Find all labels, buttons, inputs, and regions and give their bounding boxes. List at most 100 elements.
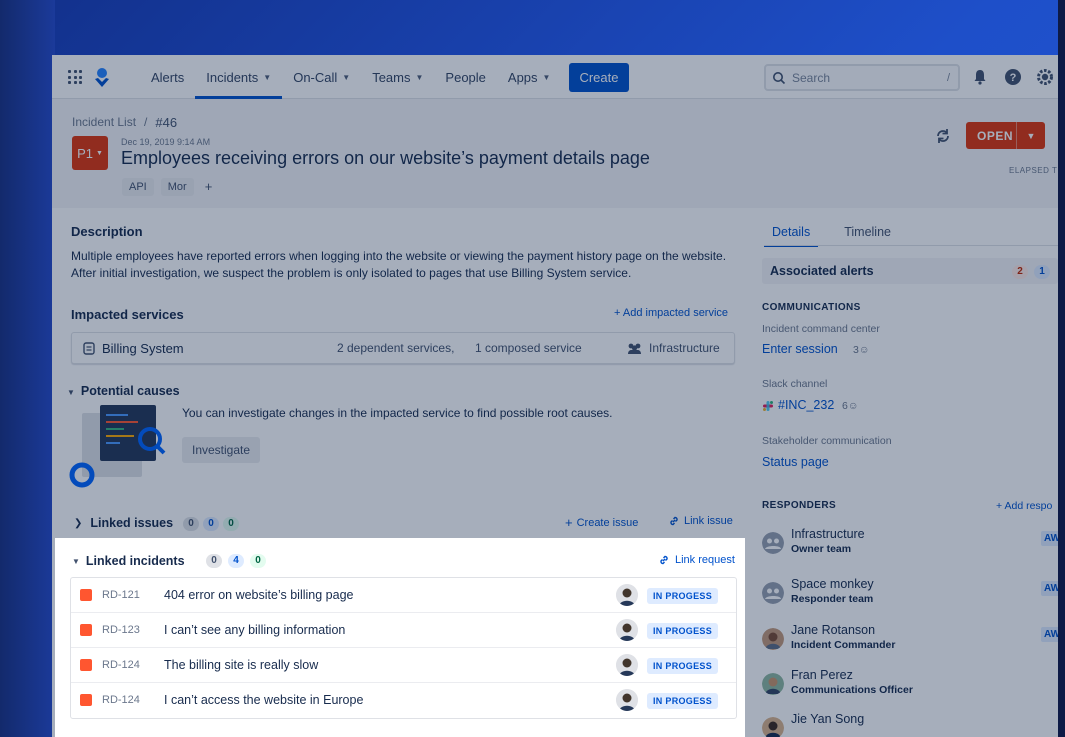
- breadcrumb-incident-list[interactable]: Incident List: [72, 115, 136, 130]
- link-request-link[interactable]: Link request: [658, 554, 735, 566]
- service-team[interactable]: Infrastructure: [649, 341, 720, 355]
- nav-item-apps[interactable]: Apps ▼: [497, 55, 562, 99]
- chevron-down-icon: ▼: [542, 72, 551, 82]
- status-badge: IN PROGESS: [647, 658, 719, 674]
- incident-title[interactable]: I can’t access the website in Europe: [164, 693, 363, 707]
- status-page-link[interactable]: Status page: [762, 455, 829, 469]
- link-issue-link[interactable]: Link issue: [668, 515, 733, 527]
- chevron-down-icon: ▼: [263, 72, 272, 82]
- investigate-button[interactable]: Investigate: [182, 437, 261, 463]
- description-heading: Description: [71, 224, 143, 239]
- chevron-down-icon: ▼: [95, 149, 103, 157]
- plus-icon: +: [565, 515, 573, 530]
- app-switcher-icon[interactable]: [68, 70, 82, 84]
- incident-id[interactable]: RD-123: [102, 624, 140, 636]
- status-open-button[interactable]: OPEN ▼: [966, 122, 1045, 149]
- incident-type-icon: [80, 659, 92, 671]
- add-tag-button[interactable]: +: [201, 178, 217, 196]
- tag-api[interactable]: API: [122, 178, 154, 196]
- nav-item-on-call[interactable]: On-Call ▼: [282, 55, 361, 99]
- tab-details[interactable]: Details: [764, 223, 819, 247]
- responder-role: Communications Officer: [791, 684, 913, 696]
- incident-title[interactable]: The billing site is really slow: [164, 658, 318, 672]
- help-icon[interactable]: ?: [1004, 68, 1022, 86]
- search-shortcut: /: [946, 71, 950, 84]
- add-responder-link[interactable]: + Add respo: [996, 500, 1052, 512]
- linked-incidents-panel: ▼ Linked incidents 0 4 0 Link request RD…: [55, 538, 745, 737]
- search-icon: [773, 71, 786, 84]
- bell-icon[interactable]: [971, 68, 989, 86]
- incident-title[interactable]: I can’t see any billing information: [164, 623, 345, 637]
- linked-incidents-toggle[interactable]: ▼ Linked incidents: [72, 554, 185, 568]
- user-avatar: [762, 673, 784, 695]
- svg-text:?: ?: [1010, 72, 1017, 84]
- responder-item[interactable]: Infrastructure Owner team AW: [762, 526, 1058, 566]
- dependent-services[interactable]: 2 dependent services,: [337, 341, 454, 355]
- search-placeholder: Search: [792, 70, 831, 85]
- incident-row[interactable]: RD-124 The billing site is really slow I…: [71, 648, 736, 683]
- create-button[interactable]: Create: [569, 62, 629, 92]
- impacted-service-card[interactable]: Billing System 2 dependent services, 1 c…: [71, 332, 735, 364]
- chevron-down-icon: ▼: [67, 388, 75, 397]
- tag-mor[interactable]: Mor: [160, 178, 194, 196]
- assignee-avatar: [616, 654, 638, 676]
- incident-id[interactable]: RD-124: [102, 659, 140, 671]
- responders-heading: RESPONDERS: [762, 500, 837, 511]
- link-icon: [660, 555, 668, 565]
- user-avatar: [762, 628, 784, 650]
- gear-icon[interactable]: [1036, 68, 1054, 86]
- chevron-down-icon: ▼: [1026, 130, 1036, 141]
- potential-causes-heading: Potential causes: [80, 384, 180, 398]
- incident-title[interactable]: 404 error on website’s billing page: [164, 588, 353, 602]
- tab-timeline[interactable]: Timeline: [836, 223, 899, 245]
- linked-issues-heading: Linked issues: [90, 516, 174, 530]
- associated-alerts-row[interactable]: Associated alerts 2 1: [762, 258, 1058, 284]
- incident-id[interactable]: RD-124: [102, 694, 140, 706]
- nav-item-incidents[interactable]: Incidents ▼: [195, 55, 283, 99]
- responder-item[interactable]: Jane Rotanson Incident Commander AW: [762, 622, 1058, 662]
- associated-alerts-count-other: 1: [1034, 265, 1050, 279]
- responder-name: Jie Yan Song: [791, 712, 865, 726]
- add-impacted-service-link[interactable]: + Add impacted service: [614, 307, 728, 319]
- potential-causes-toggle[interactable]: ▼ Potential causes: [67, 384, 180, 398]
- incident-row[interactable]: RD-124 I can’t access the website in Eur…: [71, 683, 736, 718]
- responder-item[interactable]: Jie Yan Song: [762, 711, 1058, 737]
- service-icon: [83, 342, 95, 355]
- team-avatar-icon: [762, 532, 784, 554]
- service-name[interactable]: Billing System: [102, 341, 184, 356]
- incident-command-center-label: Incident command center: [762, 323, 880, 335]
- responder-item[interactable]: Fran Perez Communications Officer: [762, 667, 1058, 707]
- linked-issues-count-progress: 0: [203, 517, 220, 531]
- nav-item-teams[interactable]: Teams ▼: [361, 55, 434, 99]
- opsgenie-logo-icon[interactable]: [92, 67, 112, 89]
- incident-type-icon: [80, 624, 92, 636]
- assignee-avatar: [616, 689, 638, 711]
- assignee-avatar: [616, 619, 638, 641]
- tag-list: API Mor +: [122, 178, 216, 196]
- search-input[interactable]: Search /: [764, 64, 960, 91]
- incident-row[interactable]: RD-121 404 error on website’s billing pa…: [71, 578, 736, 613]
- nav-item-alerts[interactable]: Alerts: [140, 55, 195, 99]
- team-icon: [628, 343, 641, 354]
- composed-services[interactable]: 1 composed service: [475, 341, 582, 355]
- linked-incidents-count-progress: 4: [228, 554, 244, 568]
- nav-item-people[interactable]: People: [434, 55, 496, 99]
- create-issue-link[interactable]: + Create issue: [565, 515, 638, 530]
- responder-name: Fran Perez: [791, 668, 853, 682]
- incident-id[interactable]: RD-121: [102, 589, 140, 601]
- assignee-avatar: [616, 584, 638, 606]
- refresh-icon[interactable]: [934, 127, 952, 145]
- linked-issues-toggle[interactable]: ❯ Linked issues 000: [74, 515, 240, 531]
- incident-row[interactable]: RD-123 I can’t see any billing informati…: [71, 613, 736, 648]
- enter-session-link[interactable]: Enter session: [762, 342, 838, 356]
- responder-status-badge: AW: [1041, 627, 1058, 642]
- nav-items: Alerts Incidents ▼ On-Call ▼ Teams ▼ People…: [140, 55, 629, 99]
- elapsed-time-label: ELAPSED T: [1009, 166, 1058, 175]
- priority-selector[interactable]: P1 ▼: [72, 136, 108, 170]
- slack-channel-link[interactable]: #INC_232: [778, 398, 834, 412]
- slack-icon: [763, 401, 773, 411]
- linked-issues-count-done: 0: [223, 517, 240, 531]
- responder-item[interactable]: Space monkey Responder team AW: [762, 576, 1058, 616]
- impacted-services-heading: Impacted services: [71, 307, 184, 322]
- status-label: OPEN: [977, 128, 1014, 143]
